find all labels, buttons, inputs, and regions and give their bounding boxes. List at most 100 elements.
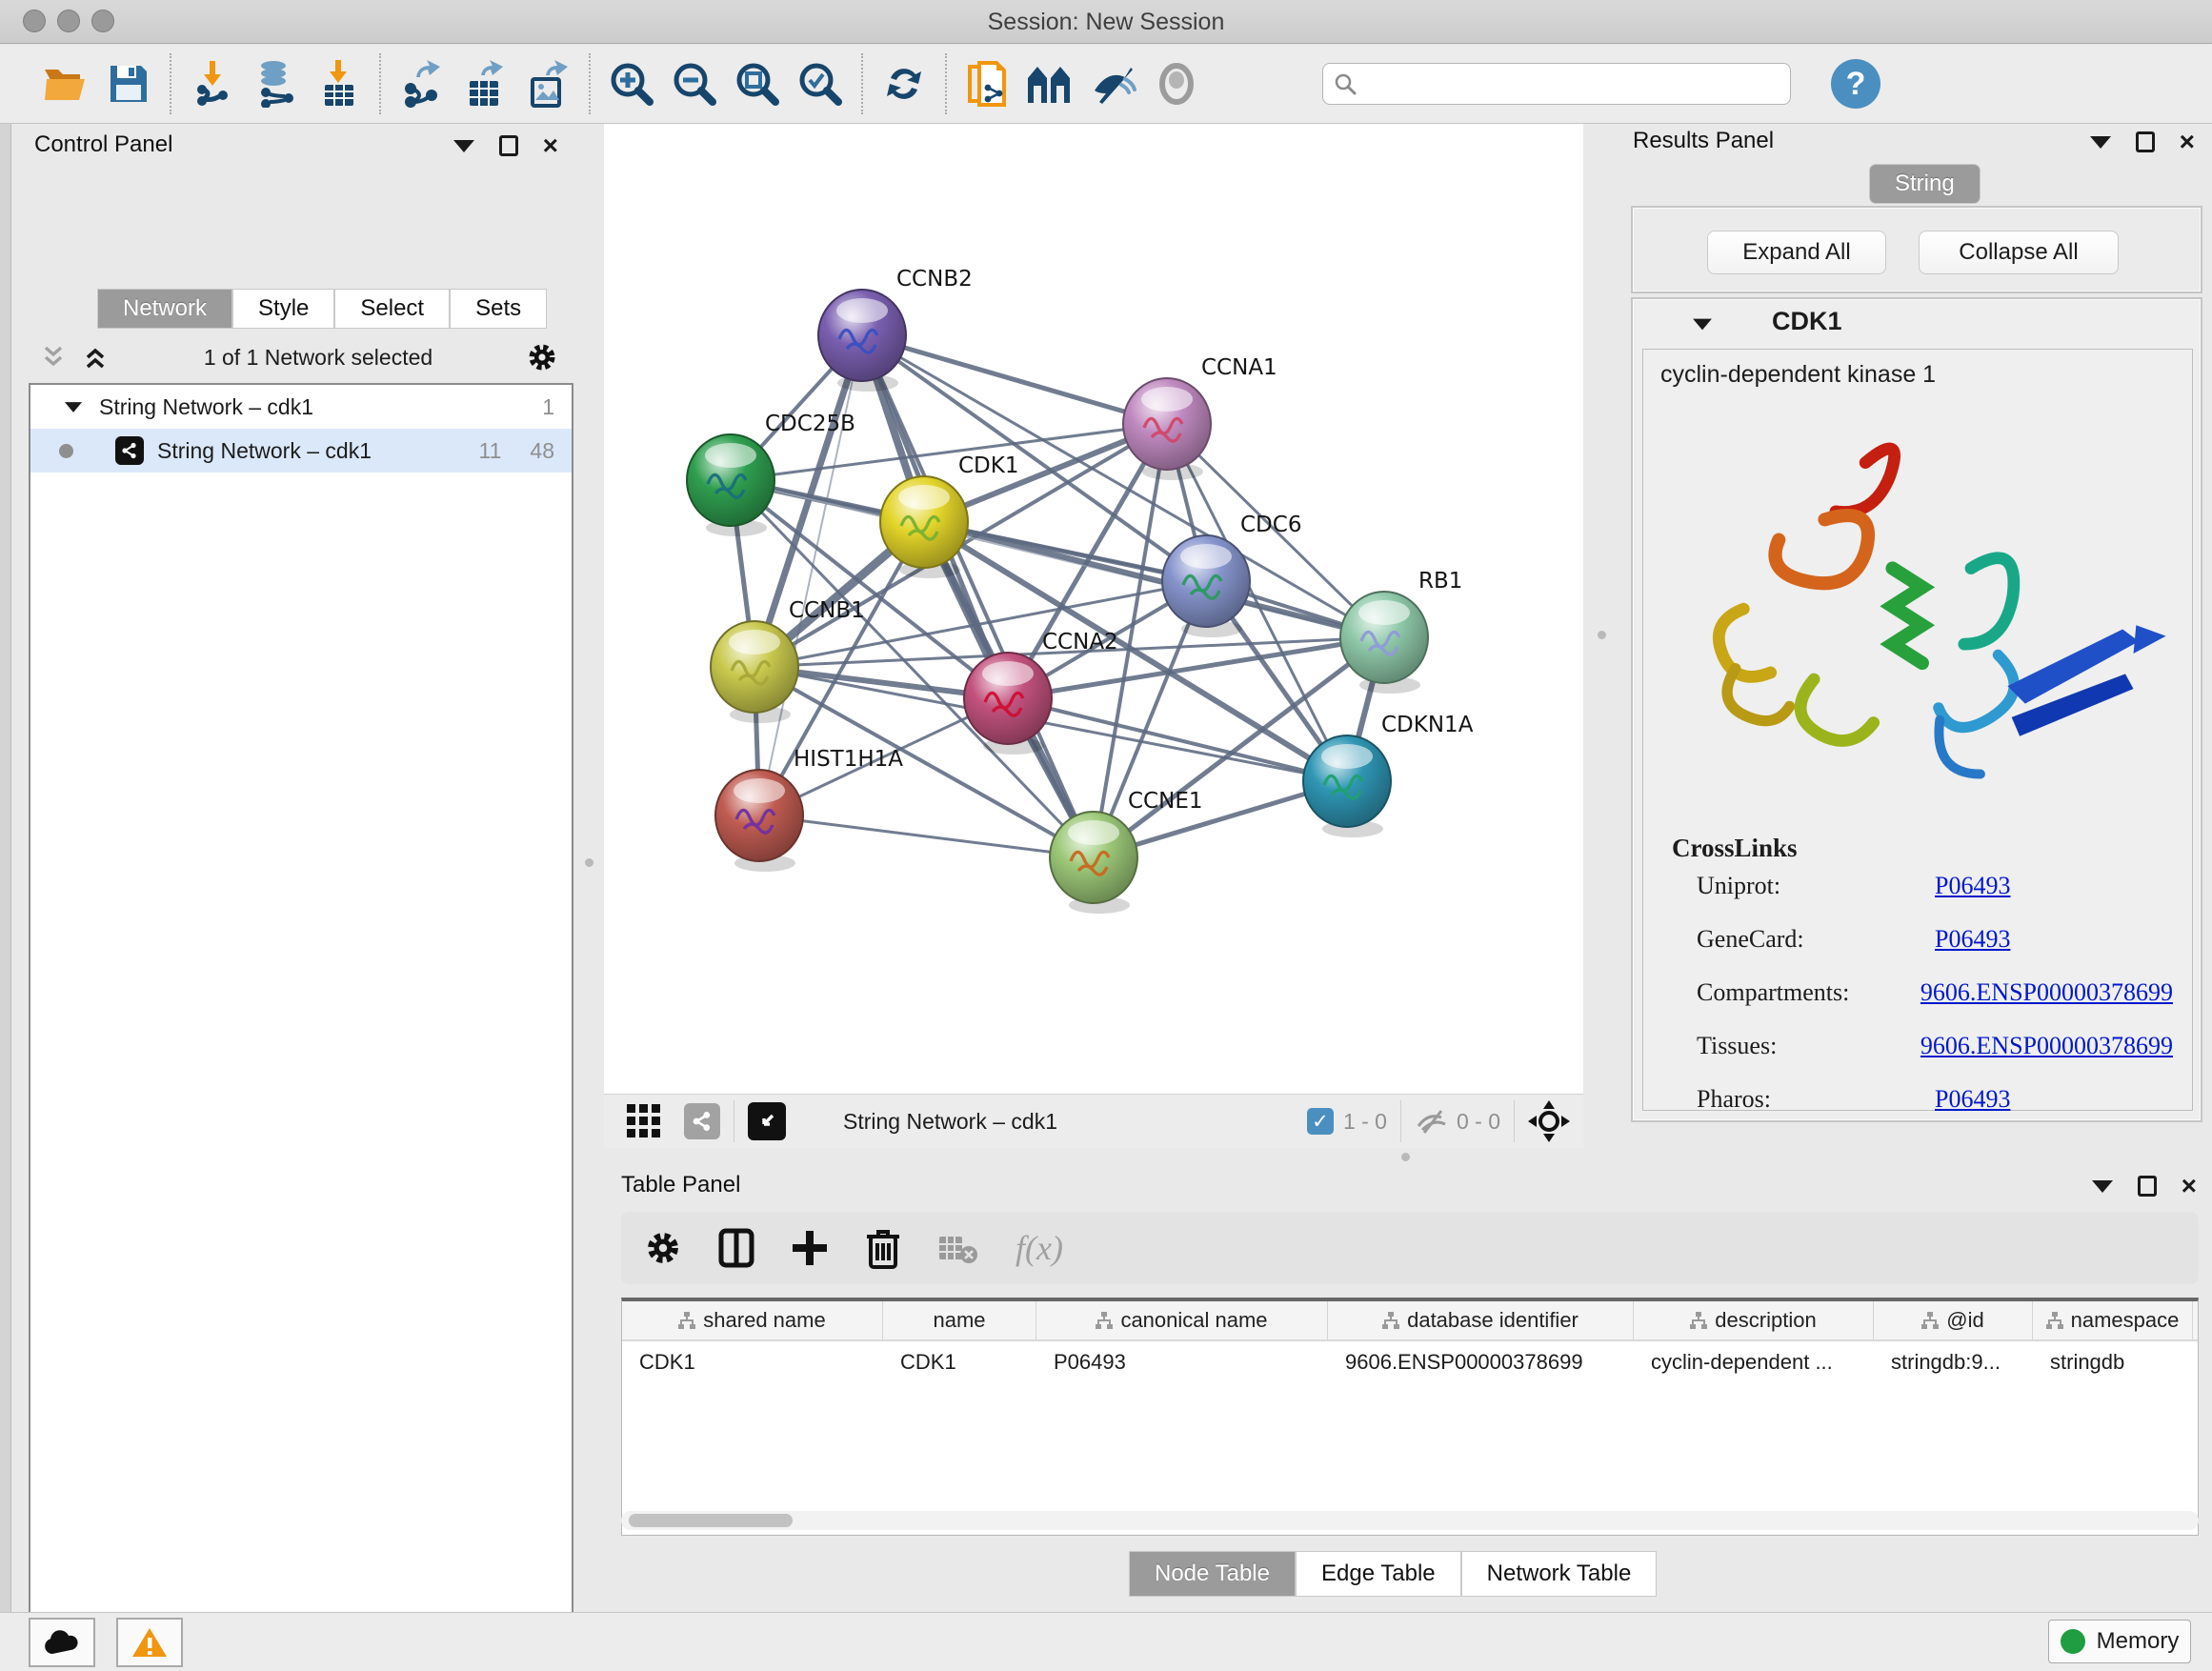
column-type-icon (1921, 1312, 1939, 1329)
collapse-all-button[interactable]: Collapse All (1919, 231, 2119, 274)
warnings-button[interactable] (116, 1618, 183, 1667)
node-CDKN1A[interactable]: CDKN1A (1303, 713, 1474, 837)
zoom-fit-icon[interactable] (726, 52, 789, 115)
right-splitter-handle[interactable] (1598, 631, 1606, 639)
left-splitter-handle[interactable] (585, 858, 593, 867)
export-image-icon[interactable] (516, 52, 579, 115)
node-HIST1H1A[interactable]: HIST1H1A (715, 747, 903, 872)
import-network-icon[interactable] (181, 52, 244, 115)
show-all-icon[interactable] (1145, 52, 1208, 115)
tab-style[interactable]: Style (232, 289, 334, 329)
node-label-RB1: RB1 (1418, 569, 1462, 594)
zoom-in-icon[interactable] (600, 52, 663, 115)
results-panel-close-icon[interactable]: × (2180, 132, 2195, 151)
edge-HIST1H1A-CCNE1[interactable] (759, 815, 1094, 857)
column-header-shared-name[interactable]: shared name (622, 1301, 883, 1339)
node-CCNB2[interactable]: CCNB2 (818, 267, 973, 392)
search-input[interactable] (1322, 63, 1791, 105)
crosslink-row: Tissues:9606.ENSP00000378699 (1697, 1032, 2173, 1060)
gene-expander-icon[interactable] (1692, 318, 1713, 331)
zoom-selected-icon[interactable] (789, 52, 852, 115)
zoom-out-icon[interactable] (663, 52, 726, 115)
collection-count: 1 (542, 394, 554, 420)
show-grid-icon[interactable] (625, 1102, 663, 1140)
crosslink-link[interactable]: 9606.ENSP00000378699 (1920, 978, 2173, 1007)
node-CCNA1[interactable]: CCNA1 (1123, 355, 1277, 480)
tab-sets[interactable]: Sets (450, 289, 547, 329)
table-row[interactable]: CDK1CDK1P064939606.ENSP00000378699cyclin… (622, 1341, 2198, 1383)
apply-layout-icon[interactable] (873, 52, 935, 115)
expand-all-button[interactable]: Expand All (1707, 231, 1886, 274)
table-options-gear-icon[interactable] (644, 1229, 682, 1267)
control-panel-tabs: NetworkStyleSelectSets (97, 289, 547, 329)
crosslink-link[interactable]: P06493 (1935, 872, 2010, 900)
edge-CDK1-RB1[interactable] (924, 522, 1384, 637)
edge-CCNB2-HIST1H1A[interactable] (759, 335, 862, 815)
memory-button[interactable]: Memory (2048, 1620, 2191, 1663)
tab-edge-table[interactable]: Edge Table (1296, 1551, 1461, 1597)
node-RB1[interactable]: RB1 (1340, 569, 1462, 694)
results-panel-maximize-icon[interactable] (2136, 131, 2155, 152)
table-cell: 9606.ENSP00000378699 (1328, 1341, 1634, 1383)
first-neighbors-icon[interactable] (1019, 52, 1082, 115)
duplicate-network-icon[interactable] (956, 52, 1019, 115)
edge-CCNB2-CCNA1[interactable] (862, 335, 1167, 424)
table-horizontal-scrollbar[interactable] (621, 1511, 2199, 1530)
selected-checkbox-icon[interactable]: ✓ (1307, 1108, 1334, 1135)
export-table-icon[interactable] (453, 52, 516, 115)
crosslink-link[interactable]: P06493 (1935, 925, 2010, 954)
results-panel-float-icon[interactable] (2090, 136, 2111, 149)
tab-string[interactable]: String (1869, 164, 1981, 204)
column-header-database-identifier[interactable]: database identifier (1328, 1301, 1634, 1339)
column-header-namespace[interactable]: namespace (2033, 1301, 2193, 1339)
column-header-@id[interactable]: @id (1874, 1301, 2033, 1339)
collapse-all-icon[interactable] (40, 345, 69, 370)
import-table-icon[interactable] (307, 52, 370, 115)
show-columns-icon[interactable] (718, 1228, 754, 1268)
tab-network[interactable]: Network (97, 289, 232, 329)
column-header-description[interactable]: description (1634, 1301, 1874, 1339)
results-panel: Results Panel × String Expand All Collap… (1619, 124, 2212, 1153)
node-CDC25B[interactable]: CDC25B (687, 412, 855, 536)
hide-selected-icon[interactable] (1082, 52, 1145, 115)
cloud-status-button[interactable] (29, 1618, 95, 1667)
import-network-database-icon[interactable] (244, 52, 307, 115)
crosslink-link[interactable]: P06493 (1935, 1085, 2010, 1114)
network-birdseye-icon[interactable] (684, 1103, 720, 1139)
tab-node-table[interactable]: Node Table (1129, 1551, 1296, 1597)
column-header-name[interactable]: name (883, 1301, 1036, 1339)
delete-column-icon[interactable] (865, 1227, 901, 1269)
open-session-icon[interactable] (34, 52, 97, 115)
control-panel-maximize-icon[interactable] (499, 135, 518, 156)
network-canvas[interactable]: CCNB2CCNA1CDC25BCDK1CDC6RB1CCNB1CCNA2CDK… (604, 124, 1583, 1094)
control-panel-float-icon[interactable] (453, 140, 474, 152)
fit-selected-crosshair-icon[interactable] (1528, 1100, 1570, 1142)
help-icon[interactable]: ? (1831, 59, 1880, 109)
node-CDC6[interactable]: CDC6 (1162, 513, 1301, 637)
table-panel-float-icon[interactable] (2092, 1180, 2113, 1193)
gene-description: cyclin-dependent kinase 1 (1660, 361, 1936, 389)
export-view-icon[interactable] (748, 1102, 786, 1140)
tab-select[interactable]: Select (334, 289, 450, 329)
scrollbar-thumb[interactable] (629, 1514, 793, 1527)
node-CDK1[interactable]: CDK1 (880, 453, 1019, 578)
save-session-icon[interactable] (97, 52, 160, 115)
table-panel-maximize-icon[interactable] (2138, 1176, 2157, 1197)
network-row[interactable]: String Network – cdk1 11 48 (30, 429, 572, 473)
node-CCNB1[interactable]: CCNB1 (711, 598, 865, 723)
control-panel-close-icon[interactable]: × (543, 136, 558, 155)
network-options-gear-icon[interactable] (526, 341, 558, 373)
collection-expander-icon[interactable] (65, 402, 82, 413)
tab-network-table[interactable]: Network Table (1461, 1551, 1658, 1597)
search-field[interactable] (1365, 70, 1780, 97)
expand-all-icon[interactable] (82, 345, 111, 370)
export-network-icon[interactable] (391, 52, 453, 115)
create-column-icon[interactable] (791, 1229, 829, 1267)
column-type-icon (1690, 1312, 1707, 1329)
crosslink-link[interactable]: 9606.ENSP00000378699 (1920, 1032, 2173, 1060)
network-collection-row[interactable]: String Network – cdk1 1 (30, 385, 572, 429)
column-header-canonical-name[interactable]: canonical name (1036, 1301, 1328, 1339)
edge-CCNB2-CCNE1[interactable] (862, 335, 1094, 857)
main-toolbar: ? (0, 45, 2212, 124)
table-panel-close-icon[interactable]: × (2182, 1177, 2197, 1196)
